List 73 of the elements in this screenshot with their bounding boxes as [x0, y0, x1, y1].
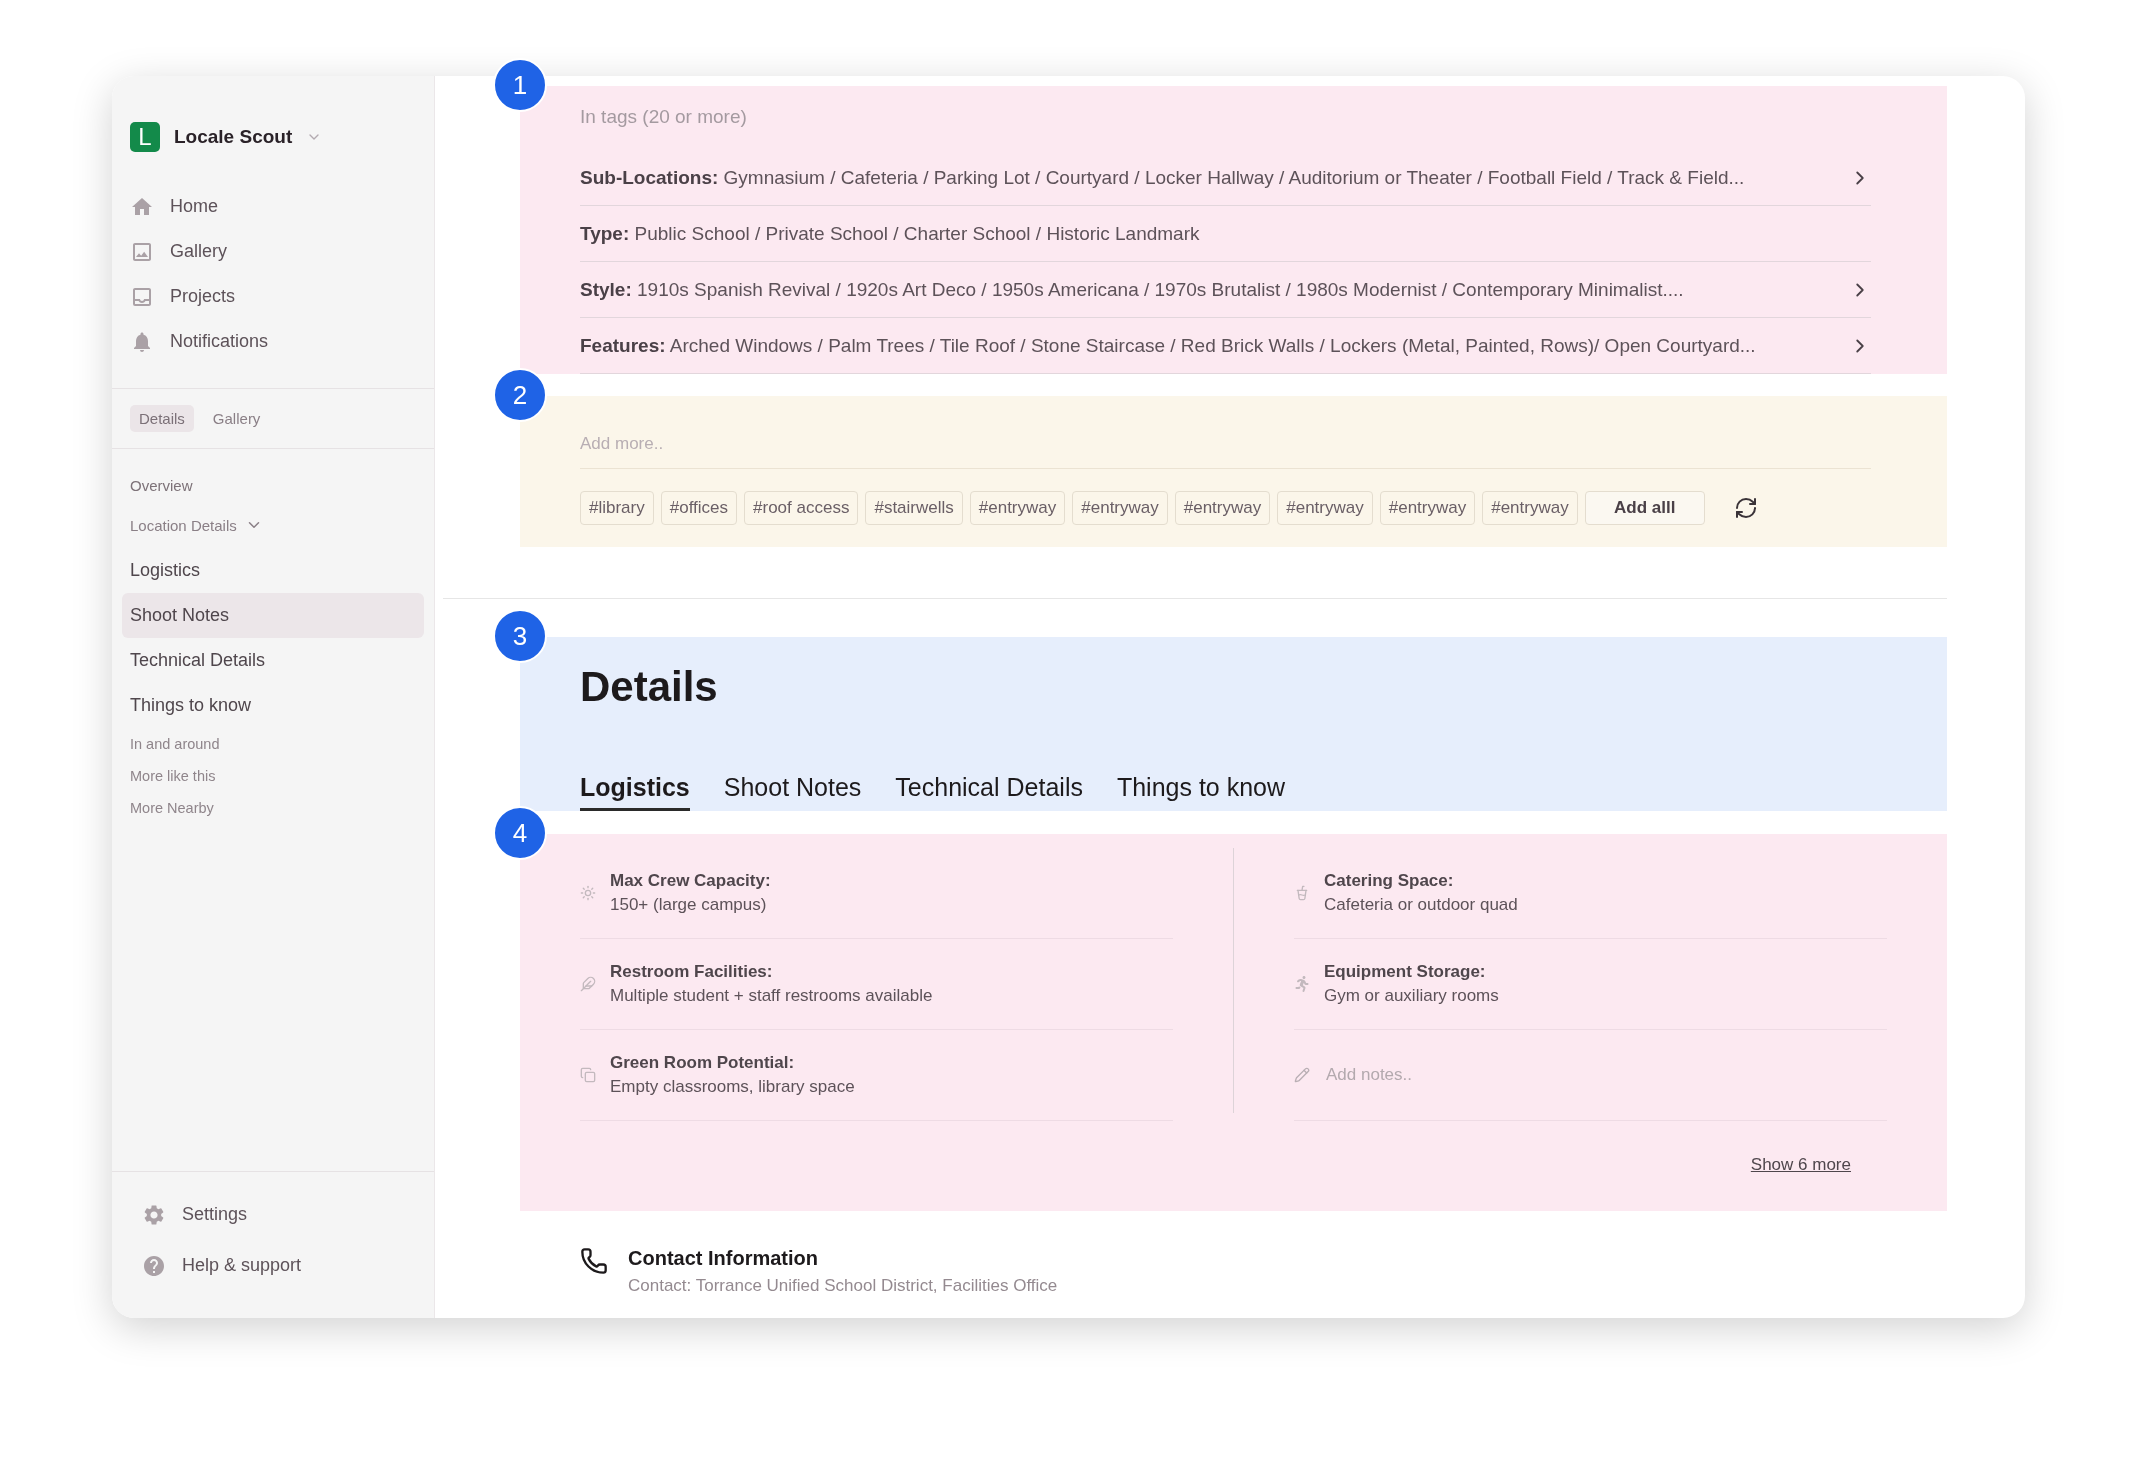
- nav-label: Projects: [170, 286, 236, 307]
- pencil-icon: [1294, 1067, 1310, 1083]
- show-more-link[interactable]: Show 6 more: [1750, 1155, 1851, 1175]
- item-label: Restroom Facilities:: [610, 962, 774, 982]
- outline-item[interactable]: Overview: [122, 469, 201, 502]
- tag-chip[interactable]: #roof access: [744, 491, 859, 525]
- sidebar-tab[interactable]: Gallery: [203, 405, 270, 432]
- tag-row-text: Type: Public School / Private School / Charter School / Historic Landmark: [580, 222, 1201, 245]
- section-title: In tags (20 or more): [580, 106, 748, 128]
- step-badge: 3: [493, 609, 547, 663]
- tag-chip[interactable]: #entryway: [1277, 491, 1373, 525]
- app-name[interactable]: Locale Scout: [174, 126, 293, 148]
- outline-item[interactable]: Location Details: [122, 502, 271, 548]
- outline-item[interactable]: Logistics: [122, 548, 209, 593]
- item-icon: [580, 1067, 596, 1083]
- tag-row-text: Style: 1910s Spanish Revival / 1920s Art Deco / 1950s Americana / 1970s Brutalist / 1980s Modernist / Contemporary Minimalist....: [580, 278, 1685, 301]
- item-icon: [1294, 976, 1310, 992]
- step-badge: 4: [493, 806, 547, 860]
- item-label: Green Room Potential:: [610, 1053, 796, 1073]
- item-value: Multiple student + staff restrooms available: [610, 986, 933, 1006]
- nav-item[interactable]: Help & support: [142, 1243, 308, 1288]
- nav-item[interactable]: Home: [130, 184, 224, 229]
- item-label: Max Crew Capacity:: [610, 871, 771, 891]
- nav-label: Settings: [182, 1204, 248, 1225]
- tag-chip[interactable]: #library: [580, 491, 654, 525]
- nav-item[interactable]: Notifications: [130, 319, 275, 364]
- step-badge: 2: [493, 368, 547, 422]
- item-value: Gym or auxiliary rooms: [1324, 986, 1499, 1006]
- item-icon: [580, 885, 596, 901]
- tag-chip[interactable]: #stairwells: [865, 491, 963, 525]
- nav-label: Notifications: [170, 331, 269, 352]
- add-tag-field[interactable]: Add more..: [580, 426, 1871, 469]
- nav-label: Home: [170, 196, 218, 217]
- tag-chip[interactable]: #entryway: [1379, 491, 1476, 525]
- step-badge: 1: [493, 58, 547, 112]
- section-tab[interactable]: Logistics: [580, 773, 690, 811]
- contact-line: Contact: Torrance Unified School District, Facilities Office: [628, 1276, 1058, 1296]
- outline-item[interactable]: Technical Details: [122, 638, 274, 683]
- tag-chip[interactable]: #entryway: [1482, 491, 1578, 525]
- nav-item[interactable]: Projects: [130, 274, 242, 319]
- tag-row-text: Features: Arched Windows / Palm Trees / Tile Roof / Stone Staircase / Red Brick Walls / Lockers (Metal, Painted, Rows)/ Open Courtyard...: [580, 334, 1757, 357]
- sidebar-tab[interactable]: Details: [130, 405, 194, 432]
- nav-label: Help & support: [182, 1255, 302, 1276]
- tag-chip[interactable]: #entryway: [1072, 491, 1168, 525]
- refresh-icon[interactable]: [1733, 496, 1758, 520]
- section-tab[interactable]: Shoot Notes: [723, 773, 862, 811]
- add-all-button[interactable]: Add alll: [1584, 491, 1705, 525]
- add-tag-input[interactable]: Add more..: [580, 434, 1871, 454]
- nav-item[interactable]: Settings: [142, 1192, 254, 1237]
- item-label: Equipment Storage:: [1324, 962, 1487, 982]
- outline-item[interactable]: Things to know: [122, 683, 260, 728]
- tag-row-text: Sub-Locations: Gymnasium / Cafeteria / Parking Lot / Courtyard / Locker Hallway / Auditorium or Theater / Football Field / Track & Field...: [580, 166, 1746, 189]
- outline-item[interactable]: Shoot Notes: [122, 593, 424, 638]
- section-tab[interactable]: Technical Details: [895, 773, 1083, 811]
- item-value: Cafeteria or outdoor quad: [1324, 895, 1518, 915]
- item-value: Empty classrooms, library space: [610, 1077, 855, 1097]
- item-label: Catering Space:: [1324, 871, 1455, 891]
- item-icon: [580, 976, 596, 992]
- nav-icon: [142, 1202, 166, 1227]
- section-tab[interactable]: Things to know: [1116, 773, 1286, 811]
- nav-item[interactable]: Gallery: [130, 229, 233, 274]
- app-logo: L: [130, 122, 160, 152]
- nav-icon: [142, 1253, 166, 1278]
- notes-field[interactable]: Add notes..: [1324, 1064, 1549, 1086]
- item-value: 150+ (large campus): [610, 895, 768, 915]
- item-icon: [1294, 885, 1310, 901]
- contact-title: Contact Information: [628, 1247, 819, 1270]
- nav-label: Gallery: [170, 241, 227, 262]
- tag-chip[interactable]: #entryway: [969, 491, 1066, 525]
- phone-icon: [580, 1247, 608, 1275]
- tag-chip[interactable]: #offices: [660, 491, 738, 525]
- tag-chip[interactable]: #entryway: [1174, 491, 1271, 525]
- details-title: Details: [580, 663, 719, 711]
